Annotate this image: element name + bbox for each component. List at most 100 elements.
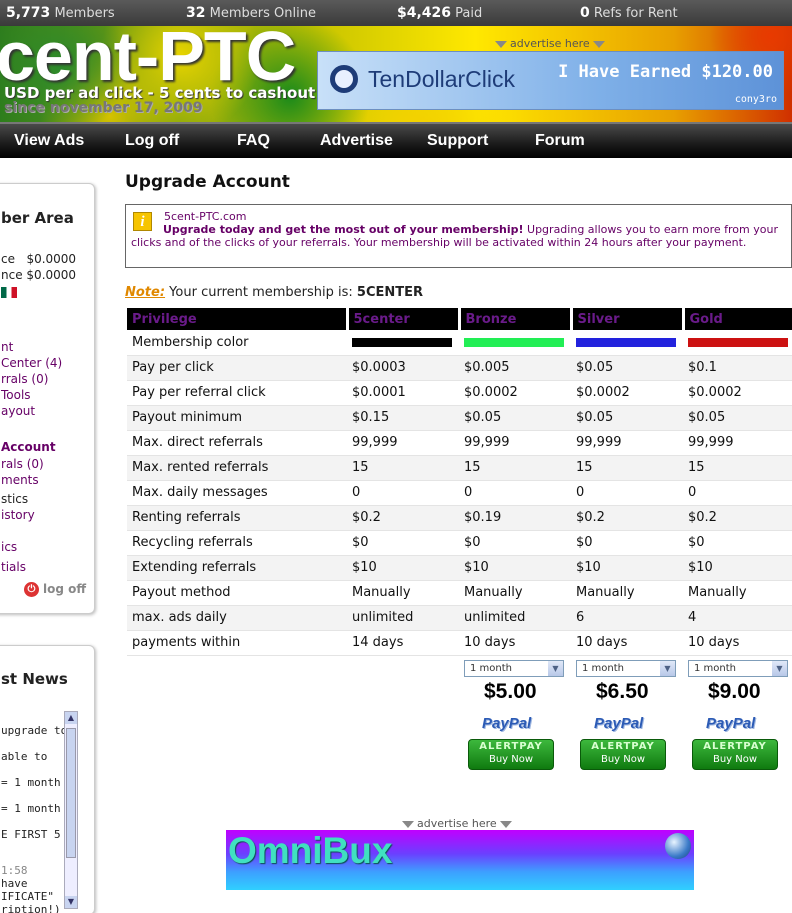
current-membership-level: 5CENTER xyxy=(356,285,424,300)
table-cell: 10 days xyxy=(683,630,792,656)
sidebar-link-history[interactable]: istory xyxy=(1,508,35,522)
table-cell: $0.2 xyxy=(347,505,459,531)
table-header: Silver xyxy=(571,308,685,330)
nav-log-off[interactable]: Log off xyxy=(125,132,179,150)
table-cell: $0.2 xyxy=(683,505,792,531)
table-cell: $0.05 xyxy=(571,355,683,381)
table-cell: 10 days xyxy=(571,630,683,656)
sidebar-link-rented-referrals[interactable]: rals (0) xyxy=(1,457,44,471)
omnibux-banner[interactable]: OmniBux xyxy=(226,830,694,890)
privilege-label: Payout minimum xyxy=(127,405,347,431)
news-line: = 1 month xyxy=(1,802,61,815)
period-select[interactable]: 1 month ▼ xyxy=(576,660,676,677)
alertpay-buy-button[interactable]: ALERTPAY Buy Now xyxy=(692,739,778,770)
chevron-down-icon: ▼ xyxy=(772,661,787,676)
sidebar-link-upgrade-account[interactable]: Account xyxy=(1,440,56,454)
news-scrollbar[interactable]: ▲ ▼ xyxy=(64,711,78,909)
table-row: Pay per click $0.0003 $0.005 $0.05 $0.1 xyxy=(127,355,792,381)
tendollarclick-logo-icon xyxy=(330,65,358,93)
table-cell: $0.0003 xyxy=(347,355,459,381)
table-cell: 0 xyxy=(459,480,571,506)
scroll-down-icon[interactable]: ▼ xyxy=(65,896,77,908)
table-header: 5center xyxy=(347,308,461,330)
privilege-label: payments within xyxy=(127,630,347,656)
table-cell: 99,999 xyxy=(683,430,792,456)
scroll-thumb[interactable] xyxy=(66,728,76,858)
table-header: Bronze xyxy=(459,308,573,330)
sidebar-link-message-center[interactable]: Center (4) xyxy=(1,356,62,370)
plan-price: $9.00 xyxy=(708,680,761,703)
paypal-button[interactable]: PayPal xyxy=(706,715,755,732)
refs-stat: 0 Refs for Rent xyxy=(580,5,678,21)
advertise-here-link-bottom[interactable]: advertise here xyxy=(399,817,515,830)
online-stat: 32 Members Online xyxy=(186,5,316,21)
paypal-button[interactable]: PayPal xyxy=(482,715,531,732)
paypal-button[interactable]: PayPal xyxy=(594,715,643,732)
sidebar-link-graphics[interactable]: ics xyxy=(1,540,17,554)
table-cell: $0 xyxy=(347,530,459,556)
table-cell: $0.05 xyxy=(571,405,683,431)
paid-stat: $4,426 Paid xyxy=(397,5,483,21)
table-cell: Manually xyxy=(459,580,571,606)
sidebar-link-tools[interactable]: Tools xyxy=(1,388,31,402)
privilege-label: Max. direct referrals xyxy=(127,430,347,456)
plan-price: $5.00 xyxy=(484,680,537,703)
sidebar-link-payments[interactable]: ments xyxy=(1,473,39,487)
stats-bar: 5,773 Members 32 Members Online $4,426 P… xyxy=(0,0,792,26)
table-cell: $0.0001 xyxy=(347,380,459,406)
sidebar-link-statistics[interactable]: stics xyxy=(1,492,28,506)
nav-view-ads[interactable]: View Ads xyxy=(14,132,84,150)
table-cell: 14 days xyxy=(347,630,459,656)
nav-faq[interactable]: FAQ xyxy=(237,132,270,150)
privilege-label: Pay per referral click xyxy=(127,380,347,406)
table-cell: $0.05 xyxy=(683,405,792,431)
news-line: E FIRST 5 xyxy=(1,828,61,841)
table-row: Renting referrals $0.2 $0.19 $0.2 $0.2 xyxy=(127,505,792,531)
table-row: Extending referrals $10 $10 $10 $10 xyxy=(127,555,792,581)
alertpay-buy-button[interactable]: ALERTPAY Buy Now xyxy=(580,739,666,770)
table-cell: 15 xyxy=(571,455,683,481)
current-membership: Note: Your current membership is: 5CENTE… xyxy=(125,285,424,300)
nav-forum[interactable]: Forum xyxy=(535,132,585,150)
privilege-label: Renting referrals xyxy=(127,505,347,531)
power-icon: ⏻ xyxy=(24,582,39,597)
news-line: able to xyxy=(1,750,48,763)
sidebar-link-credentials[interactable]: tials xyxy=(1,560,26,574)
news-line: = 1 month xyxy=(1,776,61,789)
period-select[interactable]: 1 month ▼ xyxy=(688,660,788,677)
sidebar-link-layout[interactable]: ayout xyxy=(1,404,35,418)
table-cell: $0 xyxy=(459,530,571,556)
table-cell: $0 xyxy=(571,530,683,556)
nav-advertise[interactable]: Advertise xyxy=(320,132,393,150)
sidebar-link-referrals[interactable]: rrals (0) xyxy=(1,372,48,386)
table-cell: unlimited xyxy=(347,605,459,631)
table-cell: 10 days xyxy=(459,630,571,656)
table-cell: 4 xyxy=(683,605,792,631)
table-cell: Membership color xyxy=(127,330,347,356)
omnibux-banner-text: OmniBux xyxy=(228,830,393,871)
table-cell: Manually xyxy=(683,580,792,606)
tendollarclick-banner[interactable]: TenDollarClick I Have Earned $120.00 con… xyxy=(317,51,784,110)
sidebar-logoff-button[interactable]: ⏻ log off xyxy=(24,582,86,597)
table-cell: $0.0002 xyxy=(571,380,683,406)
chevron-down-icon: ▼ xyxy=(660,661,675,676)
nav-support[interactable]: Support xyxy=(427,132,488,150)
sidebar-link[interactable]: nt xyxy=(1,340,13,354)
advertise-here-link[interactable]: advertise here xyxy=(492,37,608,50)
table-cell: $10 xyxy=(347,555,459,581)
table-cell: $0.15 xyxy=(347,405,459,431)
mexico-flag-icon xyxy=(1,287,17,298)
privilege-label: max. ads daily xyxy=(127,605,347,631)
table-cell: $0.05 xyxy=(459,405,571,431)
alertpay-buy-button[interactable]: ALERTPAY Buy Now xyxy=(468,739,554,770)
page-title: Upgrade Account xyxy=(125,172,290,192)
scroll-up-icon[interactable]: ▲ xyxy=(65,712,77,724)
triangle-down-icon xyxy=(495,40,507,48)
table-row: payments within 14 days 10 days 10 days 10 d… xyxy=(127,630,792,656)
table-cell: $0.2 xyxy=(571,505,683,531)
table-cell: 6 xyxy=(571,605,683,631)
triangle-down-icon xyxy=(499,820,512,828)
privilege-label: Recycling referrals xyxy=(127,530,347,556)
privilege-label: Max. daily messages xyxy=(127,480,347,506)
period-select[interactable]: 1 month ▼ xyxy=(464,660,564,677)
